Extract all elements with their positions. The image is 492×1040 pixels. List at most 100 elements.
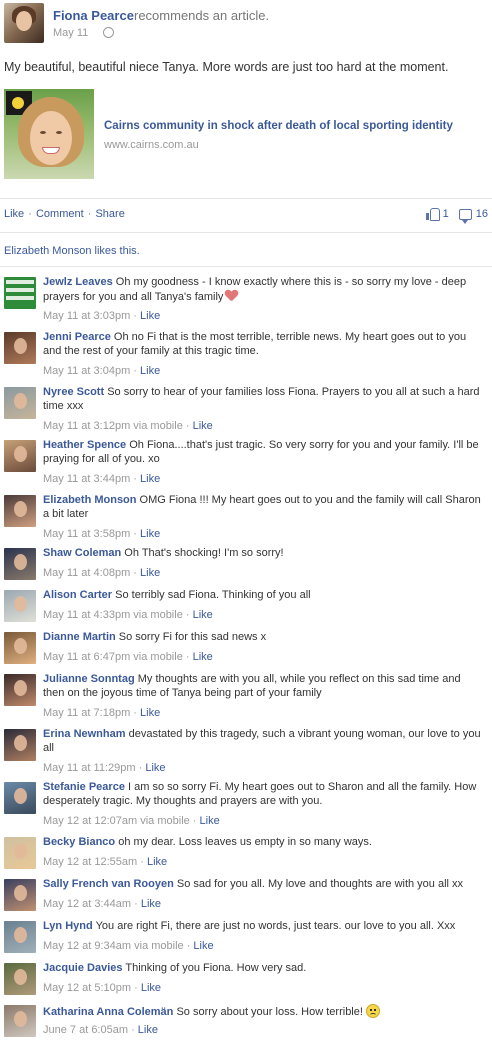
article-thumbnail[interactable] — [4, 89, 94, 179]
comment-timestamp[interactable]: May 12 at 9:34am — [43, 940, 131, 952]
comment-like-link[interactable]: Like — [140, 365, 160, 377]
comment-bubble-icon[interactable] — [458, 208, 472, 224]
commenter-name[interactable]: Shaw Coleman — [43, 547, 121, 559]
comment-meta: May 11 at 3:58pm · Like — [43, 528, 160, 540]
commenter-avatar[interactable] — [4, 837, 36, 869]
comment-item: Julianne Sonntag My thoughts are with yo… — [0, 673, 492, 721]
commenter-avatar[interactable] — [4, 332, 36, 364]
comment-body: Elizabeth Monson OMG Fiona !!! My heart … — [43, 494, 483, 521]
comment-like-link[interactable]: Like — [141, 898, 161, 910]
commenter-name[interactable]: Heather Spence — [43, 439, 126, 451]
comment-timestamp[interactable]: May 11 at 3:58pm — [43, 528, 130, 540]
comment-like-link[interactable]: Like — [141, 982, 161, 994]
comment-like-link[interactable]: Like — [138, 1024, 158, 1036]
comment-timestamp[interactable]: May 11 at 11:29pm — [43, 762, 136, 774]
comment-like-link[interactable]: Like — [147, 856, 167, 868]
commenter-avatar[interactable] — [4, 495, 36, 527]
comment-timestamp[interactable]: May 11 at 3:03pm — [43, 310, 130, 322]
comment-link[interactable]: Comment — [36, 208, 84, 220]
commenter-name[interactable]: Nyree Scott — [43, 386, 104, 398]
comment-timestamp[interactable]: June 7 at 6:05am — [43, 1024, 128, 1036]
comment-like-link[interactable]: Like — [140, 567, 160, 579]
commenter-name[interactable]: Elizabeth Monson — [43, 494, 137, 506]
comment-timestamp[interactable]: May 11 at 7:18pm — [43, 707, 130, 719]
commenter-name[interactable]: Alison Carter — [43, 589, 112, 601]
author-avatar[interactable] — [4, 3, 44, 43]
separator: · — [130, 567, 141, 579]
comment-timestamp[interactable]: May 12 at 12:55am — [43, 856, 137, 868]
comment-timestamp[interactable]: May 11 at 4:08pm — [43, 567, 130, 579]
commenter-name[interactable]: Stefanie Pearce — [43, 781, 125, 793]
commenter-avatar[interactable] — [4, 590, 36, 622]
commenter-avatar[interactable] — [4, 1005, 36, 1037]
comment-like-link[interactable]: Like — [193, 940, 213, 952]
comment-timestamp[interactable]: May 11 at 4:33pm — [43, 609, 130, 621]
commenter-avatar[interactable] — [4, 632, 36, 664]
post-author-name[interactable]: Fiona Pearce — [53, 8, 134, 23]
commenter-avatar[interactable] — [4, 387, 36, 419]
comment-timestamp[interactable]: May 11 at 3:44pm — [43, 473, 130, 485]
comment-meta: May 11 at 4:08pm · Like — [43, 567, 160, 579]
comment-timestamp[interactable]: May 12 at 3:44am — [43, 898, 131, 910]
comment-like-link[interactable]: Like — [200, 815, 220, 827]
comment-meta: May 12 at 12:07am via mobile · Like — [43, 815, 220, 827]
comment-item: Lyn Hynd You are right Fi, there are jus… — [0, 920, 492, 954]
commenter-avatar[interactable] — [4, 963, 36, 995]
separator: · — [182, 609, 193, 621]
article-title[interactable]: Cairns community in shock after death of… — [104, 120, 453, 132]
comment-timestamp[interactable]: May 11 at 3:04pm — [43, 365, 130, 377]
like-link[interactable]: Like — [4, 208, 24, 220]
post-date[interactable]: May 11 — [53, 27, 88, 39]
comment-like-link[interactable]: Like — [193, 420, 213, 432]
separator: · — [130, 473, 141, 485]
comment-like-link[interactable]: Like — [140, 528, 160, 540]
likes-summary[interactable]: Elizabeth Monson likes this. — [4, 245, 140, 257]
comment-item: Heather Spence Oh Fiona....that's just t… — [0, 439, 492, 487]
commenter-avatar[interactable] — [4, 879, 36, 911]
comment-timestamp[interactable]: May 12 at 5:10pm — [43, 982, 131, 994]
commenter-name[interactable]: Jacquie Davies — [43, 962, 123, 974]
comment-via: via mobile — [137, 815, 190, 827]
comment-like-link[interactable]: Like — [193, 609, 213, 621]
thumbs-up-icon[interactable] — [425, 208, 440, 221]
commenter-avatar[interactable] — [4, 548, 36, 580]
comment-like-link[interactable]: Like — [193, 651, 213, 663]
commenter-name[interactable]: Becky Bianco — [43, 836, 115, 848]
comment-like-link[interactable]: Like — [145, 762, 165, 774]
commenter-name[interactable]: Lyn Hynd — [43, 920, 93, 932]
separator: · — [183, 940, 194, 952]
comment-timestamp[interactable]: May 12 at 12:07am — [43, 815, 137, 827]
comment-meta: May 11 at 4:33pm via mobile · Like — [43, 609, 213, 621]
commenter-avatar[interactable] — [4, 277, 36, 309]
shared-article[interactable]: Cairns community in shock after death of… — [4, 89, 488, 183]
comment-like-link[interactable]: Like — [140, 310, 160, 322]
comment-count[interactable]: 16 — [476, 208, 488, 220]
comment-body: Stefanie Pearce I am so so sorry Fi. My … — [43, 781, 483, 808]
commenter-avatar[interactable] — [4, 440, 36, 472]
commenter-name[interactable]: Jewlz Leaves — [43, 276, 113, 288]
comment-body: Katharina Anna Colemän So sorry about yo… — [43, 1004, 483, 1020]
commenter-avatar[interactable] — [4, 782, 36, 814]
commenter-avatar[interactable] — [4, 729, 36, 761]
comment-timestamp[interactable]: May 11 at 6:47pm — [43, 651, 130, 663]
commenter-avatar[interactable] — [4, 921, 36, 953]
like-count[interactable]: 1 — [443, 208, 449, 220]
commenter-name[interactable]: Erina Newnham — [43, 728, 126, 740]
separator: · — [130, 528, 141, 540]
comment-like-link[interactable]: Like — [140, 473, 160, 485]
commenter-avatar[interactable] — [4, 674, 36, 706]
comment-item: Nyree Scott So sorry to hear of your fam… — [0, 386, 492, 434]
commenter-name[interactable]: Sally French van Rooyen — [43, 878, 174, 890]
commenter-name[interactable]: Katharina Anna Colemän — [43, 1006, 173, 1018]
commenter-name[interactable]: Dianne Martin — [43, 631, 116, 643]
frown-emoji-icon — [365, 1004, 380, 1018]
comment-body: Nyree Scott So sorry to hear of your fam… — [43, 386, 483, 413]
comment-like-link[interactable]: Like — [140, 707, 160, 719]
comment-item: Katharina Anna Colemän So sorry about yo… — [0, 1004, 492, 1038]
commenter-name[interactable]: Jenni Pearce — [43, 331, 111, 343]
comment-body: Becky Bianco oh my dear. Loss leaves us … — [43, 836, 483, 850]
commenter-name[interactable]: Julianne Sonntag — [43, 673, 135, 685]
post-verb: recommends an article. — [134, 8, 270, 23]
share-link[interactable]: Share — [95, 208, 124, 220]
comment-timestamp[interactable]: May 11 at 3:12pm — [43, 420, 130, 432]
